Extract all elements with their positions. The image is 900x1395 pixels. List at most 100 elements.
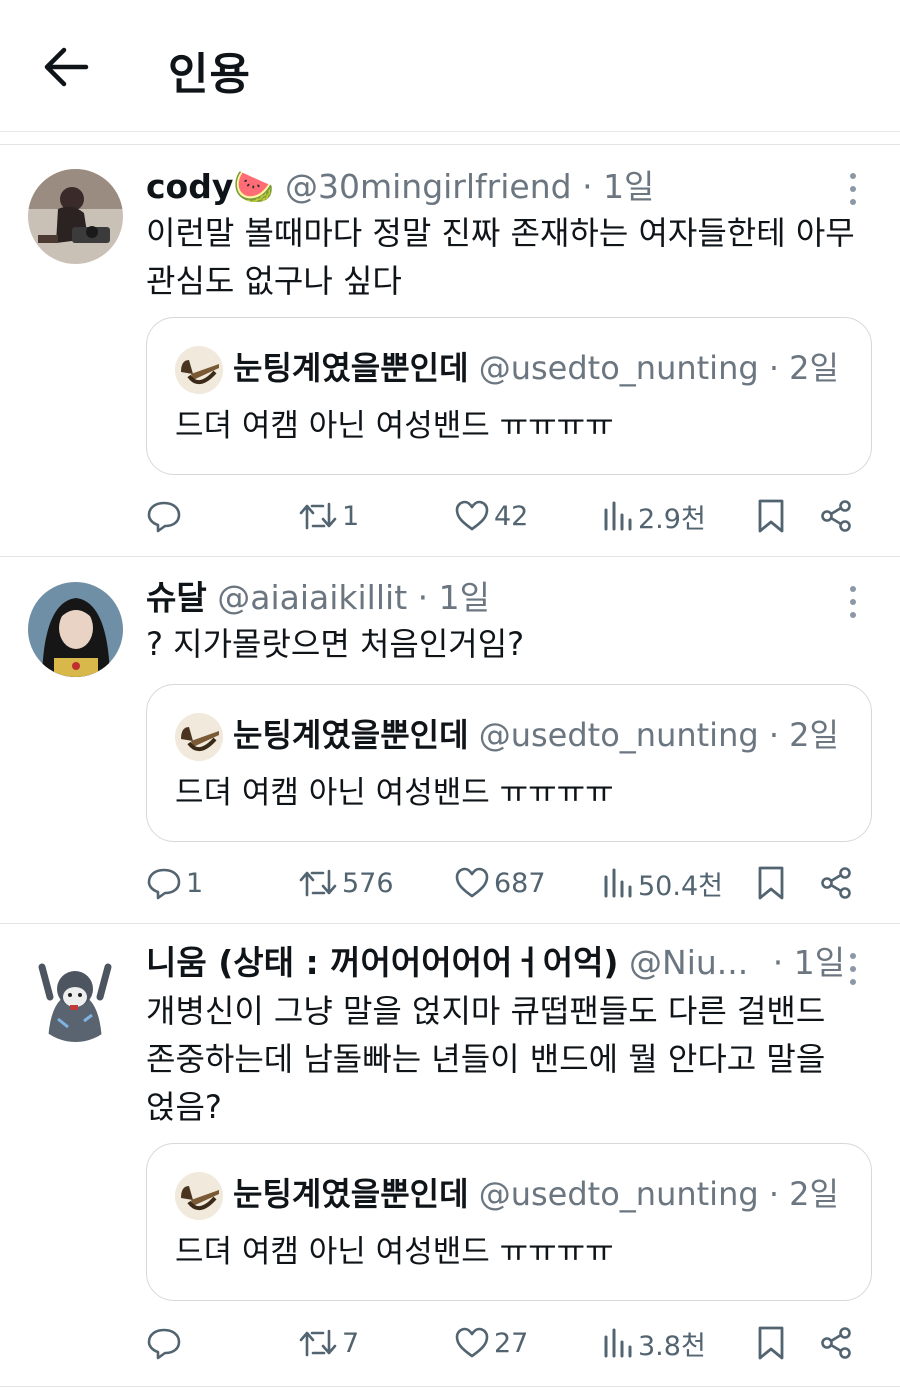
quoted-text: 드뎌 여캠 아닌 여성밴드 ㅠㅠㅠㅠ (175, 1234, 614, 1270)
quoted-meta: 눈팅계였을뿐인데 @usedto_nunting · 2일 (233, 346, 839, 390)
repost-icon (299, 869, 337, 897)
repost-button[interactable]: 7 (298, 1318, 359, 1368)
timestamp[interactable]: 1일 (603, 167, 654, 206)
like-count: 42 (494, 500, 529, 532)
reply-button[interactable] (146, 491, 186, 541)
reply-count: 1 (186, 867, 204, 899)
reply-icon (147, 1328, 181, 1360)
quoted-text: 드뎌 여캠 아닌 여성밴드 ㅠㅠㅠㅠ (175, 775, 614, 811)
quoted-display-name: 눈팅계였을뿐인데 (233, 349, 469, 387)
share-button[interactable] (818, 858, 854, 908)
views-icon (604, 501, 632, 531)
more-vertical-icon (850, 953, 856, 959)
share-icon (821, 500, 851, 532)
share-button[interactable] (818, 491, 854, 541)
views-button[interactable]: 50.4천 (602, 858, 723, 908)
more-button[interactable] (838, 167, 868, 211)
repost-count: 1 (342, 500, 360, 532)
quoted-timestamp: 2일 (789, 1175, 839, 1213)
post-meta: cody🍉 @30mingirlfriend · 1일 (146, 167, 654, 207)
separator: · (417, 578, 429, 617)
post-text: 이런말 볼때마다 정말 진짜 존재하는 여자들한테 아무 관심도 없구나 싶다 (146, 214, 855, 300)
quoted-meta: 눈팅계였을뿐인데 @usedto_nunting · 2일 (233, 1172, 839, 1216)
reply-button[interactable] (146, 1318, 186, 1368)
like-button[interactable]: 27 (454, 1318, 528, 1368)
repost-icon (299, 502, 337, 530)
quoted-handle: @usedto_nunting (478, 716, 759, 754)
back-button[interactable] (40, 44, 90, 90)
quoted-display-name: 눈팅계였을뿐인데 (233, 716, 469, 754)
views-count: 3.8천 (638, 1330, 706, 1362)
quoted-post[interactable]: 눈팅계였을뿐인데 @usedto_nunting · 2일 드뎌 여캠 아닌 여… (146, 1143, 872, 1301)
quoted-text: 드뎌 여캠 아닌 여성밴드 ㅠㅠㅠㅠ (175, 408, 614, 444)
avatar[interactable] (28, 169, 123, 264)
avatar[interactable] (28, 947, 123, 1042)
display-name[interactable]: 슈달 (146, 578, 207, 617)
quoted-avatar (175, 713, 223, 761)
like-button[interactable]: 42 (454, 491, 528, 541)
separator: · (768, 349, 779, 387)
action-bar: 1 42 2.9천 (0, 491, 900, 541)
repost-count: 7 (342, 1327, 360, 1359)
bookmark-button[interactable] (756, 1318, 786, 1368)
views-icon (604, 868, 632, 898)
page-title: 인용 (168, 49, 251, 100)
bookmark-button[interactable] (756, 491, 786, 541)
views-icon (604, 1328, 632, 1358)
more-vertical-icon (850, 173, 856, 179)
heart-icon (455, 1327, 489, 1358)
display-name[interactable]: cody🍉 (146, 167, 274, 206)
bookmark-icon (758, 499, 784, 533)
share-icon (821, 1327, 851, 1359)
quoted-post[interactable]: 눈팅계였을뿐인데 @usedto_nunting · 2일 드뎌 여캠 아닌 여… (146, 684, 872, 842)
timestamp[interactable]: 1일 (439, 578, 490, 617)
separator: · (768, 1175, 779, 1213)
user-handle[interactable]: @Niu... (629, 943, 748, 982)
reply-icon (147, 501, 181, 533)
display-name[interactable]: 니움 (상태 : 꺼어어어어어ㅓ어억) (146, 943, 619, 982)
top-bar: 인용 (0, 0, 900, 132)
repost-button[interactable]: 576 (298, 858, 394, 908)
share-icon (821, 867, 851, 899)
separator: · (582, 167, 593, 206)
separator: · (768, 716, 779, 754)
views-button[interactable]: 3.8천 (602, 1318, 706, 1368)
more-vertical-icon (850, 586, 856, 592)
heart-icon (455, 867, 489, 898)
quoted-handle: @usedto_nunting (478, 349, 759, 387)
action-bar: 1 576 687 50.4천 (0, 858, 900, 908)
more-button[interactable] (838, 580, 868, 624)
post-cody[interactable]: cody🍉 @30mingirlfriend · 1일 이런말 볼때마다 정말 … (0, 145, 900, 557)
post-text: 개병신이 그냥 말을 얹지마 큐떱팬들도 다른 걸밴드 존중하는데 남돌빠는 년… (146, 992, 826, 1126)
more-button[interactable] (838, 947, 868, 991)
bookmark-button[interactable] (756, 858, 786, 908)
quoted-handle: @usedto_nunting (478, 1175, 759, 1213)
separator: · (772, 943, 784, 982)
reply-icon (147, 868, 181, 900)
quoted-meta: 눈팅계였을뿐인데 @usedto_nunting · 2일 (233, 713, 839, 757)
post-nium[interactable]: 니움 (상태 : 꺼어어어어어ㅓ어억) @Niu... · 1일 개병신이 그냥… (0, 925, 900, 1387)
views-button[interactable]: 2.9천 (602, 491, 706, 541)
share-button[interactable] (818, 1318, 854, 1368)
action-bar: 7 27 3.8천 (0, 1318, 900, 1368)
repost-icon (299, 1329, 337, 1357)
like-count: 687 (494, 867, 546, 899)
quoted-timestamp: 2일 (789, 716, 839, 754)
heart-icon (455, 500, 489, 531)
like-button[interactable]: 687 (454, 858, 546, 908)
quoted-avatar (175, 1172, 223, 1220)
quoted-post[interactable]: 눈팅계였을뿐인데 @usedto_nunting · 2일 드뎌 여캠 아닌 여… (146, 317, 872, 475)
post-sudal[interactable]: 슈달 @aiaiaikillit · 1일 ? 지가몰랏으면 처음인거임? 눈팅… (0, 558, 900, 924)
arrow-left-icon (44, 47, 89, 87)
repost-count: 576 (342, 867, 394, 899)
quoted-timestamp: 2일 (789, 349, 839, 387)
views-count: 50.4천 (638, 870, 723, 902)
like-count: 27 (494, 1327, 529, 1359)
user-handle[interactable]: @aiaiaikillit (217, 578, 407, 617)
user-handle[interactable]: @30mingirlfriend (285, 167, 572, 206)
avatar[interactable] (28, 582, 123, 677)
post-meta: 니움 (상태 : 꺼어어어어어ㅓ어억) @Niu... · 1일 (146, 943, 845, 983)
reply-button[interactable]: 1 (146, 858, 203, 908)
repost-button[interactable]: 1 (298, 491, 359, 541)
post-text: ? 지가몰랏으면 처음인거임? (146, 625, 525, 663)
